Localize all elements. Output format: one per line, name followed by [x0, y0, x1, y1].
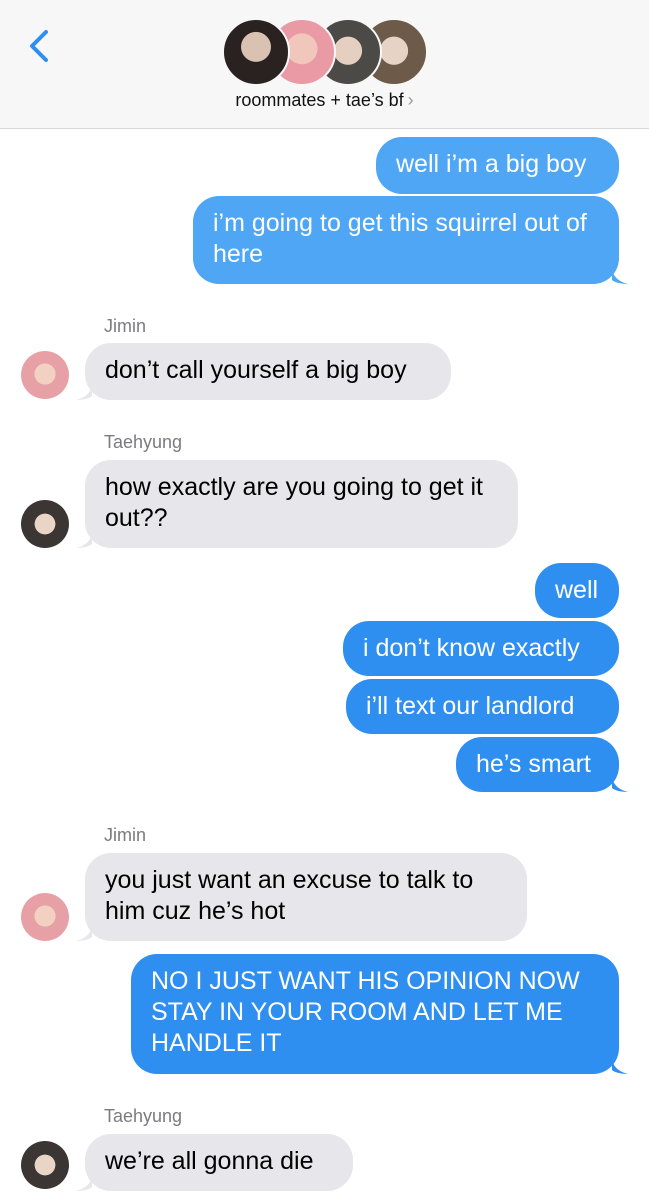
message-text: i don’t know exactly — [363, 634, 580, 662]
bubble-tail — [76, 927, 92, 941]
message-bubble-received[interactable]: we’re all gonna die — [85, 1134, 353, 1191]
message-text: i’ll text our landlord — [366, 692, 575, 720]
message-text: well i’m a big boy — [396, 150, 587, 178]
bubble-tail — [76, 534, 92, 548]
bubble-tail — [612, 778, 628, 792]
avatar-jimin[interactable] — [21, 893, 69, 941]
avatar-taehyung[interactable] — [21, 1141, 69, 1189]
sender-name: Taehyung — [104, 432, 183, 452]
message-bubble-received[interactable]: don’t call yourself a big boy — [85, 343, 451, 400]
message-text: don’t call yourself a big boy — [105, 356, 407, 384]
message-text: how exactly are you going to get it out?… — [105, 473, 484, 532]
group-avatars[interactable] — [222, 18, 432, 86]
back-chevron-icon[interactable] — [22, 26, 56, 66]
bubble-tail — [76, 386, 92, 400]
message-bubble-sent[interactable]: i’m going to get this squirrel out of he… — [193, 196, 619, 284]
message-bubble-sent[interactable]: he’s smart — [456, 737, 619, 792]
bubble-tail — [612, 270, 628, 284]
avatar-taehyung[interactable] — [21, 500, 69, 548]
group-name[interactable]: roommates + tae’s bf › — [0, 90, 649, 111]
bubble-tail — [76, 1177, 92, 1191]
message-text: NO I JUST WANT HIS OPINION NOW STAY IN Y… — [151, 967, 580, 1057]
message-text: well — [555, 576, 599, 604]
message-text: he’s smart — [476, 750, 591, 778]
avatar-jimin[interactable] — [21, 351, 69, 399]
avatar-member-1 — [222, 18, 290, 86]
message-text: i’m going to get this squirrel out of he… — [213, 209, 587, 268]
message-bubble-sent[interactable]: well i’m a big boy — [376, 137, 619, 194]
message-bubble-sent[interactable]: i don’t know exactly — [343, 621, 619, 676]
chevron-right-icon: › — [407, 90, 414, 110]
conversation-header: roommates + tae’s bf › — [0, 0, 649, 129]
message-bubble-received[interactable]: how exactly are you going to get it out?… — [85, 460, 518, 548]
sender-name: Jimin — [104, 825, 147, 845]
message-bubble-sent[interactable]: i’ll text our landlord — [346, 679, 619, 734]
message-text: we’re all gonna die — [105, 1147, 314, 1175]
message-bubble-received[interactable]: you just want an excuse to talk to him c… — [85, 853, 527, 941]
sender-name: Taehyung — [104, 1106, 183, 1126]
group-name-text: roommates + tae’s bf — [235, 90, 404, 110]
bubble-tail — [612, 1060, 628, 1074]
sender-name: Jimin — [104, 316, 147, 336]
message-bubble-sent[interactable]: NO I JUST WANT HIS OPINION NOW STAY IN Y… — [131, 954, 619, 1074]
message-bubble-sent[interactable]: well — [535, 563, 619, 618]
message-text: you just want an excuse to talk to him c… — [105, 866, 474, 925]
